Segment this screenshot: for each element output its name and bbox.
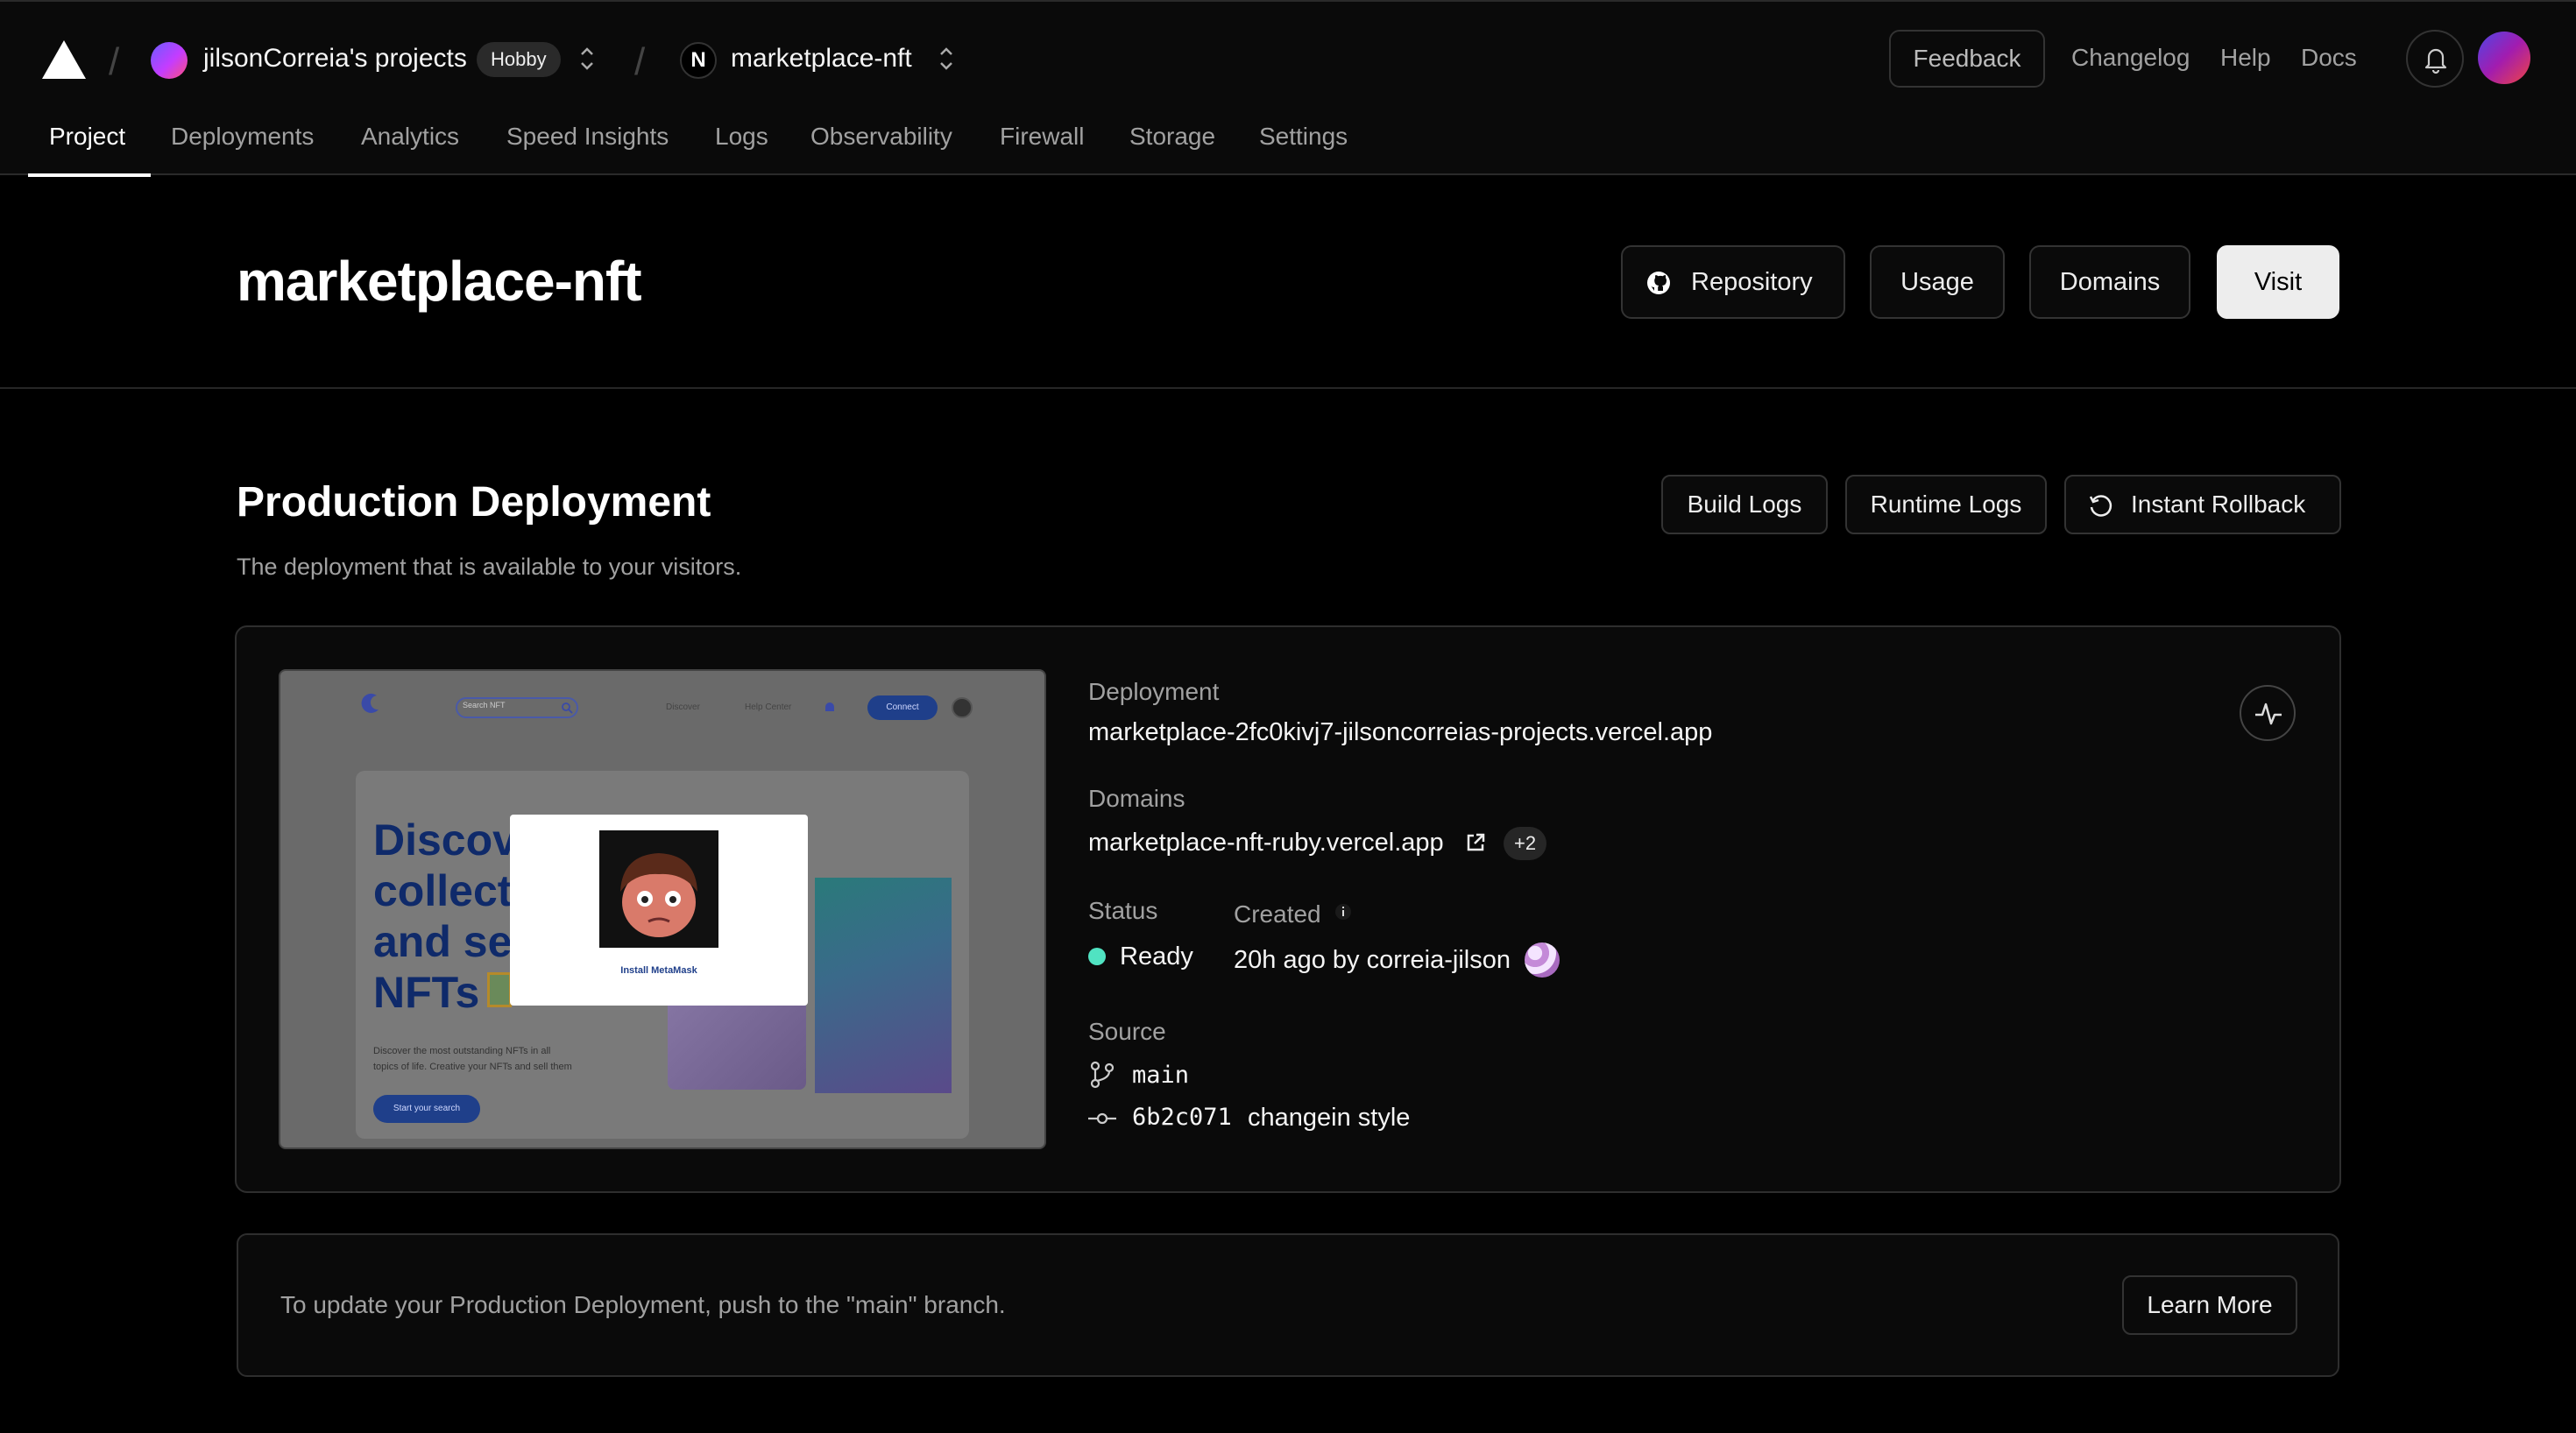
docs-link[interactable]: Docs — [2301, 44, 2357, 72]
section-title: Production Deployment — [237, 479, 711, 526]
tab-storage[interactable]: Storage — [1129, 123, 1215, 151]
project-name[interactable]: marketplace-nft — [731, 44, 912, 74]
active-tab-indicator — [28, 173, 151, 177]
breadcrumb-separator: / — [109, 40, 120, 83]
activity-button[interactable] — [2240, 685, 2296, 741]
team-switcher-chevron-icon[interactable] — [577, 44, 597, 74]
site-search-bar: Search NFT — [456, 697, 578, 718]
commit-message[interactable]: changein style — [1248, 1104, 1410, 1133]
hero-subtext-2: topics of life. Creative your NFTs and s… — [373, 1062, 572, 1072]
learn-more-button[interactable]: Learn More — [2122, 1275, 2297, 1335]
created-label: Created — [1234, 900, 1321, 928]
build-logs-button[interactable]: Build Logs — [1661, 475, 1828, 534]
git-branch-icon — [1090, 1061, 1115, 1089]
external-link-icon[interactable] — [1465, 832, 1486, 853]
nft-image-teal — [815, 878, 952, 1093]
git-commit-icon — [1088, 1112, 1116, 1125]
notifications-button[interactable] — [2406, 30, 2464, 88]
hero-line-2: collect — [373, 866, 513, 915]
rollback-icon — [2089, 495, 2112, 517]
runtime-logs-button[interactable]: Runtime Logs — [1845, 475, 2047, 534]
site-search-icon — [562, 702, 573, 714]
hero-subtext-1: Discover the most outstanding NFTs in al… — [373, 1046, 551, 1056]
vercel-logo-icon[interactable] — [40, 39, 88, 81]
status-label: Status — [1088, 897, 1158, 924]
commit-hash[interactable]: 6b2c071 — [1132, 1104, 1232, 1131]
info-bar-text: To update your Production Deployment, pu… — [280, 1291, 1006, 1318]
repository-button[interactable]: Repository — [1621, 245, 1845, 319]
metamask-label: Install MetaMask — [620, 965, 697, 976]
project-icon: N — [680, 42, 717, 79]
tab-speed-insights[interactable]: Speed Insights — [506, 123, 669, 151]
activity-pulse-icon — [2255, 702, 2282, 725]
tab-project[interactable]: Project — [49, 123, 125, 151]
hero-line-1: Discov — [373, 815, 517, 865]
status-value: Ready — [1120, 942, 1193, 971]
domains-button[interactable]: Domains — [2029, 245, 2190, 319]
user-avatar[interactable] — [2478, 32, 2530, 84]
hero-line-3: and se — [373, 917, 513, 966]
tab-deployments[interactable]: Deployments — [171, 123, 314, 151]
tab-analytics[interactable]: Analytics — [361, 123, 459, 151]
status-indicator — [1088, 948, 1106, 965]
site-connect-button: Connect — [867, 695, 938, 720]
tab-firewall[interactable]: Firewall — [1000, 123, 1084, 151]
info-icon[interactable] — [1334, 902, 1353, 921]
instant-rollback-button[interactable]: Instant Rollback — [2064, 475, 2341, 534]
cartoon-face-icon — [620, 853, 697, 937]
metamask-modal: Install MetaMask — [510, 815, 808, 1006]
tab-logs[interactable]: Logs — [715, 123, 768, 151]
breadcrumb-separator: / — [634, 40, 646, 83]
project-switcher-chevron-icon[interactable] — [937, 44, 956, 74]
section-subtitle: The deployment that is available to your… — [237, 554, 742, 580]
header-divider — [0, 387, 2576, 389]
instant-rollback-label: Instant Rollback — [2131, 491, 2306, 518]
created-value: 20h ago by correia-jilson — [1234, 946, 1511, 974]
changelog-link[interactable]: Changelog — [2071, 44, 2190, 72]
top-navigation: / jilsonCorreia's projects Hobby / N mar… — [0, 0, 2576, 177]
deployment-preview[interactable]: Search NFT Discover Help Center Connect … — [279, 669, 1046, 1149]
domains-label: Domains — [1088, 785, 1185, 812]
hero-cta-button: Start your search — [373, 1095, 480, 1123]
source-label: Source — [1088, 1018, 1166, 1045]
site-nav-discover: Discover — [666, 702, 700, 712]
more-domains-badge[interactable]: +2 — [1504, 827, 1547, 860]
help-link[interactable]: Help — [2220, 44, 2271, 72]
site-bell-icon — [825, 702, 834, 711]
site-nav-help: Help Center — [745, 702, 792, 712]
creator-avatar[interactable] — [1525, 942, 1560, 978]
site-avatar — [952, 697, 973, 718]
branch-name[interactable]: main — [1132, 1062, 1189, 1089]
feedback-button[interactable]: Feedback — [1889, 30, 2045, 88]
domain-link[interactable]: marketplace-nft-ruby.vercel.app — [1088, 829, 1444, 858]
visit-button[interactable]: Visit — [2217, 245, 2339, 319]
metamask-avatar — [599, 830, 718, 948]
hero-frame-icon — [487, 972, 512, 1007]
team-name[interactable]: jilsonCorreia's projects — [203, 44, 467, 74]
deployment-url[interactable]: marketplace-2fc0kivj7-jilsoncorreias-pro… — [1088, 718, 1712, 747]
tab-settings[interactable]: Settings — [1259, 123, 1348, 151]
github-icon — [1647, 272, 1670, 294]
usage-button[interactable]: Usage — [1870, 245, 2005, 319]
page-title: marketplace-nft — [237, 250, 642, 313]
tab-observability[interactable]: Observability — [810, 123, 952, 151]
team-avatar[interactable] — [151, 42, 188, 79]
repository-label: Repository — [1691, 268, 1813, 296]
deployment-label: Deployment — [1088, 678, 1220, 705]
plan-badge: Hobby — [477, 42, 561, 77]
site-search-placeholder: Search NFT — [463, 701, 506, 709]
site-logo-icon — [361, 693, 379, 713]
bell-icon — [2424, 48, 2447, 74]
